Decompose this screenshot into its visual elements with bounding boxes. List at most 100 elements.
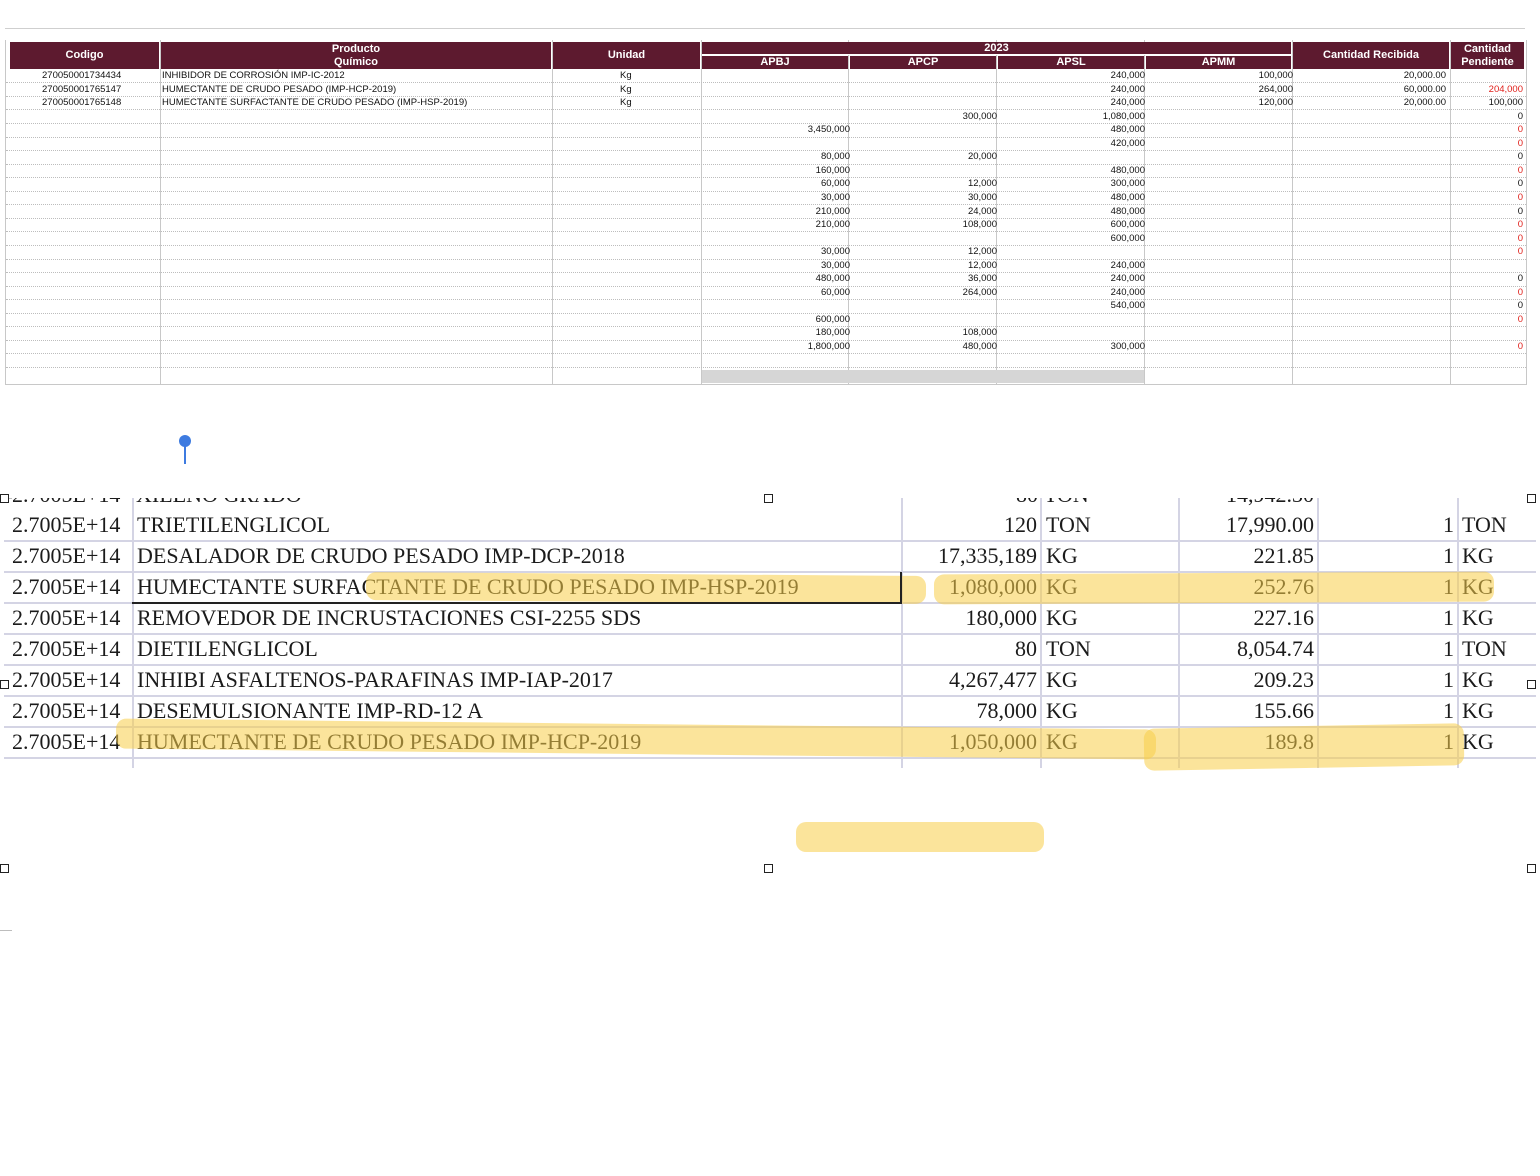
cell-apbj[interactable]: 1,800,000 [808,341,850,352]
cell-pendiente[interactable]: 0 [1518,314,1523,325]
cell-pendiente[interactable]: 0 [1518,233,1523,244]
cell-apsl[interactable]: 420,000 [1111,138,1145,149]
cell-pendiente[interactable]: 0 [1518,178,1523,189]
cell-apbj[interactable]: 3,450,000 [808,124,850,135]
cell-pendiente[interactable]: 0 [1518,300,1523,311]
cell-pendiente[interactable]: 0 [1518,192,1523,203]
cell-apbj[interactable]: 30,000 [821,260,850,271]
cell-codigo[interactable]: 270050001765147 [42,84,121,95]
image-cell-code: 2.7005E+14 [12,698,121,723]
cell-pendiente[interactable]: 0 [1518,206,1523,217]
shaded-total-cells [702,370,1144,383]
cell-apsl[interactable]: 240,000 [1111,84,1145,95]
cell-codigo[interactable]: 270050001734434 [42,70,121,81]
cell-apcp[interactable]: 20,000 [968,151,997,162]
cell-apcp[interactable]: 12,000 [968,260,997,271]
cell-apsl[interactable]: 600,000 [1111,219,1145,230]
cell-pendiente[interactable]: 100,000 [1489,97,1523,108]
cut-row-qty: 80 [1004,498,1038,508]
cell-apsl[interactable]: 240,000 [1111,287,1145,298]
image-cell-code: 2.7005E+14 [12,636,121,661]
image-cell-desc: INHIBI ASFALTENOS-PARAFINAS IMP-IAP-2017 [137,667,613,692]
cell-pendiente[interactable]: 0 [1518,246,1523,257]
cell-unidad[interactable]: Kg [620,70,632,81]
cell-apsl[interactable]: 480,000 [1111,124,1145,135]
resize-handle-icon[interactable] [1527,680,1536,689]
cell-apsl[interactable]: 540,000 [1111,300,1145,311]
cell-apbj[interactable]: 80,000 [821,151,850,162]
cell-apsl[interactable]: 300,000 [1111,341,1145,352]
cell-apcp[interactable]: 108,000 [963,219,997,230]
cell-apsl[interactable]: 240,000 [1111,273,1145,284]
cell-unidad[interactable]: Kg [620,84,632,95]
cell-apcp[interactable]: 24,000 [968,206,997,217]
image-cell-unit: KG [1046,605,1078,630]
cell-apcp[interactable]: 108,000 [963,327,997,338]
image-cell-unit2: TON [1462,512,1507,537]
resize-handle-icon[interactable] [0,680,9,689]
cell-apsl[interactable]: 300,000 [1111,178,1145,189]
resize-handle-icon[interactable] [764,864,773,873]
cell-apbj[interactable]: 30,000 [821,192,850,203]
resize-handle-icon[interactable] [1527,864,1536,873]
cell-apcp[interactable]: 30,000 [968,192,997,203]
cell-pendiente[interactable]: 204,000 [1489,84,1523,95]
cell-apsl[interactable]: 240,000 [1111,260,1145,271]
cell-apmm[interactable]: 100,000 [1259,70,1293,81]
cell-apcp[interactable]: 12,000 [968,178,997,189]
cell-recibida[interactable]: 20,000.00 [1404,97,1446,108]
cell-apbj[interactable]: 60,000 [821,287,850,298]
resize-handle-icon[interactable] [0,494,9,503]
cell-recibida[interactable]: 60,000.00 [1404,84,1446,95]
image-cell-qty: 78,000 [976,698,1038,723]
cell-codigo[interactable]: 270050001765148 [42,97,121,108]
cell-apsl[interactable]: 480,000 [1111,165,1145,176]
cell-apcp[interactable]: 36,000 [968,273,997,284]
cell-apbj[interactable]: 160,000 [816,165,850,176]
cell-apsl[interactable]: 1,080,000 [1103,111,1145,122]
sheet-row: 270050001765148 HUMECTANTE SURFACTANTE DE… [6,96,1526,111]
cell-apbj[interactable]: 600,000 [816,314,850,325]
image-cell-code: 2.7005E+14 [12,574,121,599]
cell-apbj[interactable]: 210,000 [816,206,850,217]
cell-pendiente[interactable]: 0 [1518,341,1523,352]
cell-pendiente[interactable]: 0 [1518,151,1523,162]
resize-handle-icon[interactable] [1527,494,1536,503]
image-cell-unit: KG [1046,667,1078,692]
cell-producto[interactable]: HUMECTANTE DE CRUDO PESADO (IMP-HCP-2019… [162,84,396,95]
cell-pendiente[interactable]: 0 [1518,219,1523,230]
cell-producto[interactable]: HUMECTANTE SURFACTANTE DE CRUDO PESADO (… [162,97,467,108]
image-cell-desc: DESALADOR DE CRUDO PESADO IMP-DCP-2018 [137,543,625,568]
cell-apcp[interactable]: 264,000 [963,287,997,298]
cell-pendiente[interactable]: 0 [1518,287,1523,298]
cell-apbj[interactable]: 210,000 [816,219,850,230]
cell-apsl[interactable]: 240,000 [1111,70,1145,81]
resize-handle-icon[interactable] [764,494,773,503]
cell-apbj[interactable]: 30,000 [821,246,850,257]
cell-recibida[interactable]: 20,000.00 [1404,70,1446,81]
cell-pendiente[interactable]: 0 [1518,165,1523,176]
resize-handle-icon[interactable] [0,864,9,873]
image-cell-desc: REMOVEDOR DE INCRUSTACIONES CSI-2255 SDS [137,605,642,630]
cell-apbj[interactable]: 60,000 [821,178,850,189]
cell-apcp[interactable]: 12,000 [968,246,997,257]
cell-apsl[interactable]: 600,000 [1111,233,1145,244]
cell-pendiente[interactable]: 0 [1518,124,1523,135]
cell-apsl[interactable]: 240,000 [1111,97,1145,108]
cell-apcp[interactable]: 480,000 [963,341,997,352]
cell-pendiente[interactable]: 0 [1518,273,1523,284]
cell-pendiente[interactable]: 0 [1518,138,1523,149]
cell-apmm[interactable]: 264,000 [1259,84,1293,95]
cell-apsl[interactable]: 480,000 [1111,192,1145,203]
cell-apbj[interactable]: 480,000 [816,273,850,284]
cell-apsl[interactable]: 480,000 [1111,206,1145,217]
sheet-row: 60,000 12,000 300,000 0 [6,177,1526,192]
image-cell-unit: TON [1046,636,1091,661]
cell-unidad[interactable]: Kg [620,97,632,108]
pasted-table-image[interactable]: 2.7005E+14 XILENO GRADO 80 TON 14,942.30… [4,498,1536,771]
cell-apmm[interactable]: 120,000 [1259,97,1293,108]
cell-apbj[interactable]: 180,000 [816,327,850,338]
cell-apcp[interactable]: 300,000 [963,111,997,122]
cell-pendiente[interactable]: 0 [1518,111,1523,122]
cell-producto[interactable]: INHIBIDOR DE CORROSIÓN IMP-IC-2012 [162,70,345,81]
